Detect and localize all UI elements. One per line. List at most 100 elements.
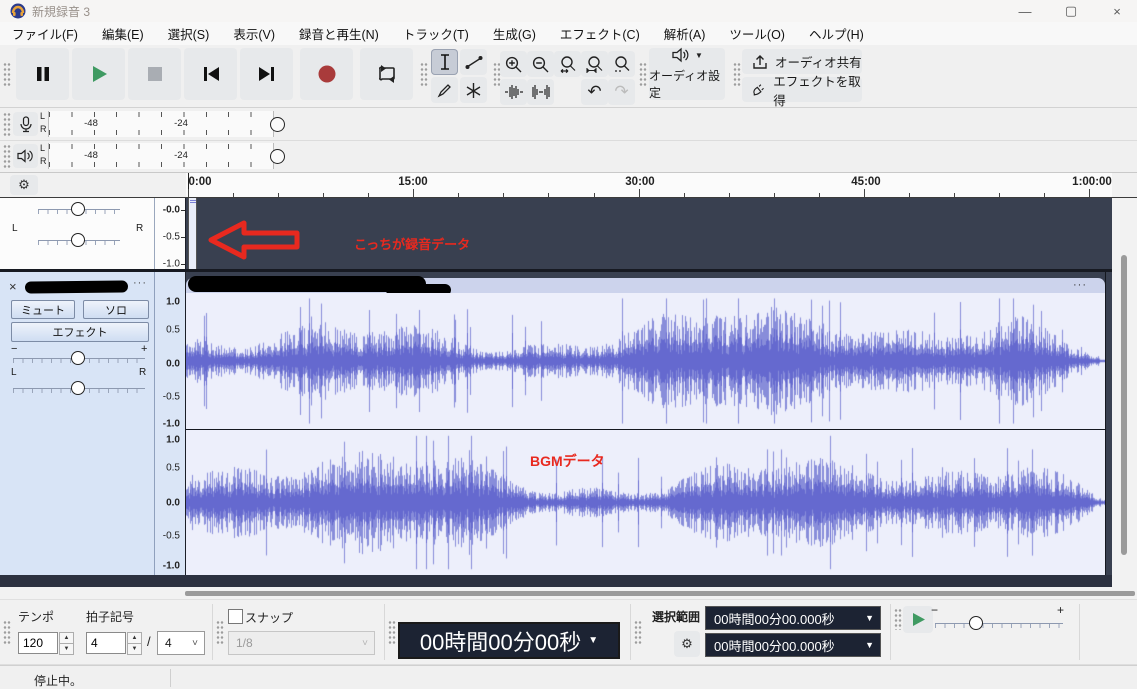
menu-tracks[interactable]: トラック(T) — [391, 22, 481, 45]
recording-meter-grip[interactable] — [3, 112, 11, 136]
selection-end-field[interactable]: 00時間00分00.000秒 ▼ — [705, 633, 881, 657]
tempo-spinner[interactable]: ▲ ▼ — [59, 632, 74, 655]
playback-meter-grip[interactable] — [3, 144, 11, 168]
track1-vertical-ruler[interactable]: -0.0 -0.5 -1.0 — [155, 198, 186, 270]
menu-edit[interactable]: 編集(E) — [90, 22, 156, 45]
multi-tool-button[interactable] — [460, 77, 487, 103]
track2-pan-thumb[interactable] — [71, 381, 85, 395]
ruler-value: -1.0 — [162, 258, 180, 270]
playback-meter-speaker-button[interactable] — [13, 144, 38, 168]
record-button[interactable] — [300, 48, 353, 100]
vertical-scrollbar-thumb[interactable] — [1121, 255, 1127, 555]
menu-generate[interactable]: 生成(G) — [481, 22, 548, 45]
zoom-out-icon — [532, 56, 549, 72]
meter-clip-indicator[interactable] — [270, 117, 285, 132]
track1-recording-clip[interactable] — [188, 198, 197, 269]
pause-button[interactable] — [16, 48, 69, 100]
track2-vertical-ruler[interactable]: 1.0 0.5 0.0 -0.5 -1.0 1.0 0.5 0.0 -0.5 -… — [155, 272, 186, 575]
zoom-in-button[interactable] — [500, 51, 527, 77]
time-toolbar-grip[interactable] — [388, 620, 396, 646]
selection-toolbar-grip[interactable] — [634, 620, 642, 646]
envelope-tool-icon — [465, 56, 482, 69]
timeline-ruler[interactable]: 0:00 15:00 30:00 45:00 1:00:00 — [186, 173, 1112, 197]
selection-start-field[interactable]: 00時間00分00.000秒 ▼ — [705, 606, 881, 630]
zoom-toggle-button[interactable] — [608, 51, 635, 77]
recording-meter-bar[interactable]: -48 -24 — [48, 111, 274, 137]
track2-close-button[interactable]: × — [9, 279, 17, 294]
skip-to-start-button[interactable] — [184, 48, 237, 100]
playback-meter-bar[interactable]: -48 -24 — [48, 143, 274, 169]
selection-tool-button[interactable] — [431, 49, 458, 75]
trim-audio-button[interactable] — [500, 79, 527, 105]
chevron-down-icon: ▼ — [588, 635, 599, 646]
snap-interval-select[interactable]: 1/8 ˅ — [228, 631, 375, 655]
track2-waveform-channel1[interactable] — [186, 293, 1105, 429]
menu-analyze[interactable]: 解析(A) — [652, 22, 718, 45]
share-toolbar-grip[interactable] — [733, 62, 741, 88]
vertical-scrollbar[interactable] — [1112, 198, 1137, 587]
transport-toolbar-grip[interactable] — [3, 62, 11, 88]
play-speed-thumb[interactable] — [969, 616, 983, 630]
loop-button[interactable] — [360, 48, 413, 100]
menu-file[interactable]: ファイル(F) — [0, 22, 90, 45]
selection-options-button[interactable]: ⚙ — [674, 631, 700, 657]
multi-tool-icon — [466, 82, 481, 98]
menu-effect[interactable]: エフェクト(C) — [548, 22, 652, 45]
track2-gain-thumb[interactable] — [71, 351, 85, 365]
recording-meter-mic-button[interactable] — [13, 112, 38, 136]
tools-toolbar-grip[interactable] — [420, 62, 428, 88]
track2-control-panel[interactable]: × ··· ミュート ソロ エフェクト − + L R — [0, 272, 155, 575]
menu-tools[interactable]: ツール(O) — [717, 22, 797, 45]
timeline-options-button[interactable]: ⚙ — [10, 175, 38, 195]
clip-menu-button[interactable]: ··· — [1073, 279, 1087, 291]
track1-pan-thumb[interactable] — [71, 233, 85, 247]
time-display[interactable]: 00時間00分00秒 ▼ — [398, 622, 620, 659]
horizontal-scrollbar[interactable] — [0, 587, 1137, 600]
redo-button[interactable]: ↷ — [608, 79, 635, 105]
get-effects-button[interactable]: エフェクトを取得 — [742, 75, 862, 108]
track2-mute-button[interactable]: ミュート — [11, 300, 75, 319]
audio-setup-button[interactable]: ▼ オーディオ設定 — [649, 47, 725, 100]
timesig-upper-input[interactable] — [86, 632, 126, 654]
timesig-upper-spinner[interactable]: ▲ ▼ — [127, 632, 142, 655]
track2-content[interactable]: ··· BGMデータ — [186, 272, 1112, 575]
track1-gain-thumb[interactable] — [71, 202, 85, 216]
track1-control-panel[interactable]: L R — [0, 198, 155, 269]
meter-clip-indicator[interactable] — [270, 149, 285, 164]
track2-clip-header[interactable]: ··· — [186, 276, 1105, 296]
track2-effects-button[interactable]: エフェクト — [11, 322, 149, 342]
menu-view[interactable]: 表示(V) — [221, 22, 287, 45]
track1-annotation-text: こっちが録音データ — [354, 237, 471, 252]
maximize-button[interactable]: ▢ — [1048, 0, 1094, 22]
play-at-speed-grip[interactable] — [894, 608, 902, 630]
audio-setup-grip[interactable] — [639, 62, 647, 88]
zoom-out-button[interactable] — [527, 51, 554, 77]
skip-to-end-button[interactable] — [240, 48, 293, 100]
horizontal-scrollbar-thumb[interactable] — [185, 591, 1135, 596]
play-at-speed-button[interactable] — [903, 606, 933, 633]
undo-button[interactable]: ↶ — [581, 79, 608, 105]
status-bar: 停止中。 — [0, 665, 1137, 689]
menu-select[interactable]: 選択(S) — [156, 22, 222, 45]
snap-checkbox[interactable] — [228, 609, 243, 624]
draw-tool-button[interactable] — [431, 77, 458, 103]
minimize-button[interactable]: — — [1002, 0, 1048, 22]
menu-transport[interactable]: 録音と再生(N) — [287, 22, 391, 45]
audio-setup-label: オーディオ設定 — [649, 69, 721, 100]
menu-help[interactable]: ヘルプ(H) — [797, 22, 876, 45]
play-button[interactable] — [72, 48, 125, 100]
zoom-selection-button[interactable] — [554, 51, 581, 77]
snapping-grip[interactable] — [216, 620, 224, 646]
time-signature-grip[interactable] — [3, 620, 11, 646]
close-button[interactable]: × — [1094, 0, 1137, 22]
timesig-lower-select[interactable]: 4 ˅ — [157, 631, 205, 655]
zoom-fit-project-button[interactable] — [581, 51, 608, 77]
stop-button[interactable] — [128, 48, 181, 100]
silence-audio-button[interactable] — [527, 79, 554, 105]
envelope-tool-button[interactable] — [460, 49, 487, 75]
track2-waveform-channel2[interactable] — [186, 430, 1105, 575]
track2-solo-button[interactable]: ソロ — [83, 300, 149, 319]
track1-content[interactable]: こっちが録音データ — [186, 198, 1112, 269]
track2-menu-button[interactable]: ··· — [133, 277, 147, 289]
tempo-input[interactable] — [18, 632, 58, 654]
